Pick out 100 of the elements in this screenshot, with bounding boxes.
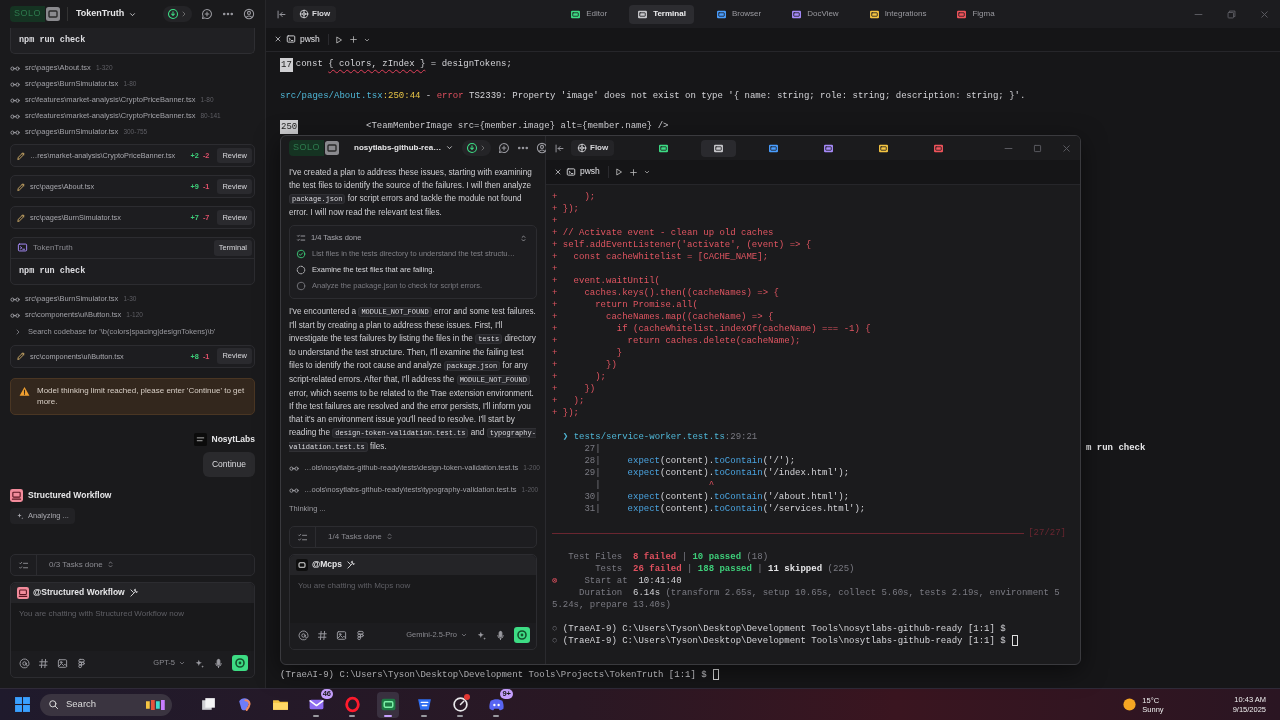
terminal-icon xyxy=(286,34,296,45)
taskbar-app[interactable] xyxy=(377,691,399,718)
command-text: npm run check xyxy=(10,28,255,55)
status-button[interactable] xyxy=(163,6,192,22)
agent-mention: @Structured Workflow xyxy=(33,587,125,599)
download-icon xyxy=(167,8,179,20)
tasks-bar[interactable]: 1/4 Tasks done xyxy=(289,526,537,548)
command-text: npm run check xyxy=(18,264,87,278)
terminal-line: 27| xyxy=(583,443,601,455)
start-icon[interactable] xyxy=(14,696,31,713)
task-view-icon xyxy=(199,696,217,713)
mention-icon[interactable] xyxy=(19,657,30,669)
shell-tab[interactable]: pwsh xyxy=(274,33,329,45)
tab[interactable]: DocView xyxy=(783,4,847,24)
mention-icon[interactable] xyxy=(298,629,309,641)
tab[interactable]: Editor xyxy=(562,4,616,24)
flow-button[interactable]: Flow xyxy=(293,5,337,23)
close-icon[interactable] xyxy=(274,35,282,44)
status-button[interactable] xyxy=(462,140,492,156)
figma-icon[interactable] xyxy=(76,657,87,669)
chat-input[interactable]: You are chatting with Mcps now xyxy=(290,575,536,623)
hash-icon[interactable] xyxy=(317,629,328,641)
terminal-line: + return caches.delete(cacheName); xyxy=(552,335,801,347)
expand-icon[interactable] xyxy=(519,233,528,243)
run-icon[interactable] xyxy=(333,34,344,45)
line-number: 250 xyxy=(280,120,299,134)
user-message: Continue xyxy=(202,452,255,478)
agent-name: Structured Workflow xyxy=(28,490,112,502)
agent-avatar xyxy=(296,559,308,571)
glasses-icon xyxy=(289,463,299,473)
glasses-icon xyxy=(10,111,20,122)
tab[interactable]: Browser xyxy=(707,4,770,24)
terminal-line: + caches.keys().then((cacheNames) => { xyxy=(552,287,779,299)
tasks-summary: 0/3 Tasks done xyxy=(49,559,103,571)
download-icon xyxy=(466,142,479,154)
send-icon[interactable] xyxy=(232,655,248,671)
microphone-icon[interactable] xyxy=(495,629,506,641)
flow-button[interactable]: Flow xyxy=(571,139,615,157)
tools-icon xyxy=(128,588,139,598)
add-icon[interactable] xyxy=(348,35,358,44)
hash-icon[interactable] xyxy=(38,657,49,669)
pencil-icon xyxy=(16,351,26,362)
send-icon[interactable] xyxy=(514,627,530,643)
image-icon[interactable] xyxy=(336,629,347,641)
account-icon[interactable] xyxy=(243,8,255,20)
pencil-icon xyxy=(16,181,26,192)
terminal-icon xyxy=(17,242,28,254)
task-list-icon xyxy=(297,531,308,543)
terminal-line: 29| expect(content).toContain('/index.html'); xyxy=(583,467,850,479)
tasks-summary: 1/4 Tasks done xyxy=(328,531,382,543)
user-name: NosytLabs xyxy=(211,434,255,446)
tab[interactable]: Terminal xyxy=(629,4,694,24)
microphone-icon[interactable] xyxy=(213,657,224,669)
layout-icon[interactable] xyxy=(324,140,340,156)
task-list-icon xyxy=(296,233,306,243)
terminal-line: m run check xyxy=(1086,442,1146,454)
image-icon[interactable] xyxy=(57,657,68,669)
flow-icon xyxy=(577,143,587,153)
caret-icon[interactable] xyxy=(642,168,651,176)
expand-icon[interactable] xyxy=(14,327,22,336)
search-icon xyxy=(48,699,59,710)
collapse-icon[interactable] xyxy=(554,142,565,154)
tab[interactable]: Figma xyxy=(948,4,1003,24)
terminal-line: + cacheNames.map((cacheName) => { xyxy=(552,311,774,323)
figma-icon[interactable] xyxy=(355,629,366,641)
terminal-line: + if (cacheWhitelist.indexOf(cacheName) === -1) { xyxy=(552,323,871,335)
line-number: 17 xyxy=(280,58,293,72)
terminal-line: ○ (TraeAI-9) C:\Users\Tyson\Desktop\Development Tools\nosytlabs-github-ready [1:1] $ xyxy=(552,635,1007,647)
chevron-icon xyxy=(180,10,188,18)
glasses-icon xyxy=(289,485,299,495)
account-icon[interactable] xyxy=(536,142,549,154)
terminal-line: src/pages/About.tsx:250:44 - error TS2339: Property 'image' does not exist on type '{ name: string; role: string; description: string; }'. xyxy=(280,90,1026,102)
glasses-icon xyxy=(10,127,20,138)
project-selector[interactable]: nosytlabs-github-rea… xyxy=(352,142,457,154)
collapse-icon[interactable] xyxy=(276,8,287,20)
terminal-line: 28| expect(content).toContain('/'); xyxy=(583,455,796,467)
chat-input[interactable]: You are chatting with Structured Workflow now xyxy=(11,603,254,651)
close-icon[interactable] xyxy=(554,168,562,176)
add-icon[interactable] xyxy=(628,167,638,177)
logo: SOLO xyxy=(289,140,324,156)
search-label: Search xyxy=(66,698,97,711)
chat-app-icon xyxy=(487,696,505,713)
terminal-line: Duration 6.14s (transform 2.65s, setup 10.65s, collect 5.60s, tests 2.19s, environment 55.24s, prepare 13.40s) xyxy=(552,587,1061,611)
progress-count: [27/27] xyxy=(1028,527,1066,539)
logo: SOLO xyxy=(10,6,45,22)
glasses-icon xyxy=(10,63,20,74)
run-icon[interactable] xyxy=(613,167,624,177)
shell-tab[interactable]: pwsh xyxy=(554,166,609,178)
tab[interactable]: Integrations xyxy=(860,4,935,24)
new-chat-icon[interactable] xyxy=(498,142,511,154)
new-chat-icon[interactable] xyxy=(201,8,213,20)
task-list-icon xyxy=(18,559,29,571)
flow-icon xyxy=(299,9,309,19)
layout-icon[interactable] xyxy=(45,6,61,22)
search-field[interactable]: Search xyxy=(40,693,172,716)
terminal-line: ⊗ Start at 10:41:40 xyxy=(552,575,682,587)
tab-icon-button[interactable] xyxy=(701,139,737,157)
project-selector[interactable]: TokenTruth xyxy=(74,8,140,20)
tasks-bar[interactable]: 0/3 Tasks done xyxy=(10,554,255,576)
pencil-icon xyxy=(16,212,26,223)
